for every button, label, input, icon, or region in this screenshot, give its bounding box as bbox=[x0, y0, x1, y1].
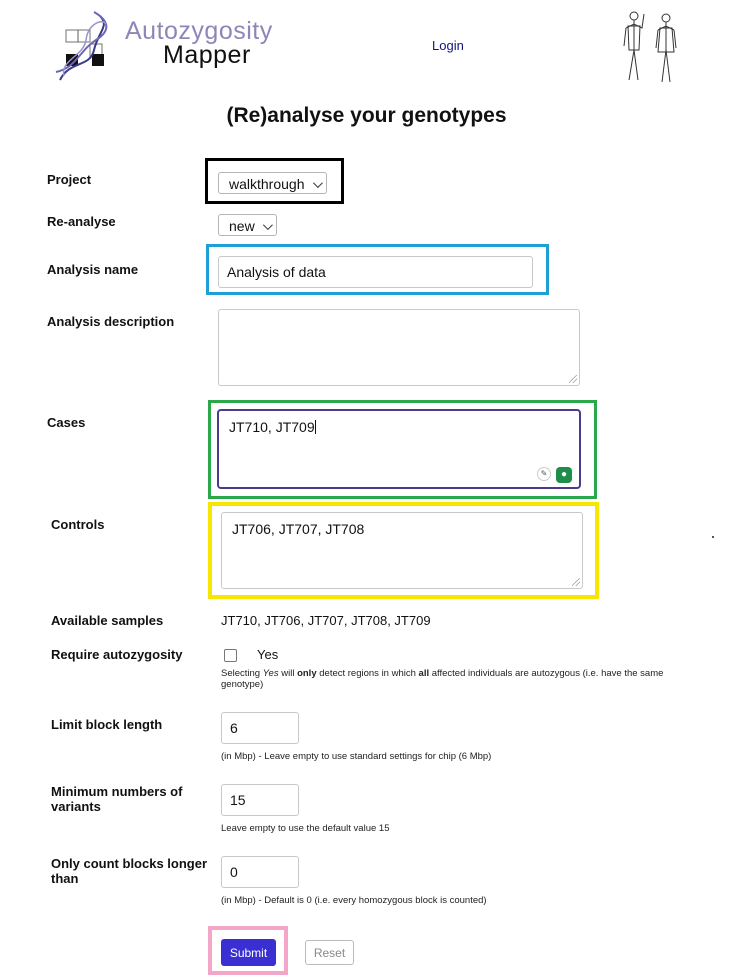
project-select-value: walkthrough bbox=[229, 176, 305, 192]
submit-button[interactable]: Submit bbox=[221, 939, 276, 966]
limit-block-length-hint: (in Mbp) - Leave empty to use standard s… bbox=[221, 751, 492, 762]
require-autozygosity-option-label: Yes bbox=[257, 647, 279, 662]
reset-button[interactable]: Reset bbox=[305, 940, 354, 965]
stray-dot bbox=[712, 536, 714, 538]
login-link[interactable]: Login bbox=[432, 38, 464, 53]
require-autozygosity-checkbox[interactable] bbox=[224, 649, 237, 662]
min-variants-value: 15 bbox=[230, 792, 246, 808]
grammar-assistant-icon[interactable]: ● bbox=[556, 467, 572, 483]
chevron-down-icon bbox=[262, 219, 273, 230]
only-count-label: Only count blocks longer than bbox=[51, 856, 208, 886]
require-autozygosity-hint: Selecting Yes will only detect regions i… bbox=[221, 668, 664, 690]
analysis-name-value: Analysis of data bbox=[227, 264, 326, 280]
cases-textarea[interactable]: JT710, JT709 ✎ ● bbox=[217, 409, 581, 489]
project-label: Project bbox=[47, 172, 92, 187]
chevron-down-icon bbox=[312, 177, 323, 188]
controls-value: JT706, JT707, JT708 bbox=[232, 521, 365, 537]
project-select[interactable]: walkthrough bbox=[218, 172, 327, 194]
available-samples-value: JT710, JT706, JT707, JT708, JT709 bbox=[221, 613, 431, 628]
min-variants-input[interactable]: 15 bbox=[221, 784, 299, 816]
page-title: (Re)analyse your genotypes bbox=[226, 104, 507, 127]
analysis-name-label: Analysis name bbox=[47, 262, 139, 277]
resize-grip-icon[interactable] bbox=[572, 578, 580, 586]
reanalyse-select[interactable]: new bbox=[218, 214, 277, 236]
human-figures-image bbox=[612, 6, 692, 86]
logo-title-line2: Mapper bbox=[163, 41, 251, 69]
controls-label: Controls bbox=[51, 517, 105, 532]
limit-block-length-value: 6 bbox=[230, 720, 238, 736]
reanalyse-label: Re-analyse bbox=[47, 214, 116, 229]
dna-helix-icon bbox=[55, 11, 108, 81]
min-variants-label: Minimum numbers of variants bbox=[51, 784, 183, 814]
text-cursor bbox=[314, 420, 316, 434]
limit-block-length-input[interactable]: 6 bbox=[221, 712, 299, 744]
analysis-description-label: Analysis description bbox=[47, 314, 175, 329]
pen-icon[interactable]: ✎ bbox=[537, 467, 551, 481]
only-count-input[interactable]: 0 bbox=[221, 856, 299, 888]
analysis-description-textarea[interactable] bbox=[218, 309, 580, 386]
controls-textarea[interactable]: JT706, JT707, JT708 bbox=[221, 512, 583, 589]
reanalyse-select-value: new bbox=[229, 218, 255, 234]
limit-block-length-label: Limit block length bbox=[51, 717, 163, 732]
cases-label: Cases bbox=[47, 415, 86, 430]
require-autozygosity-label: Require autozygosity bbox=[51, 647, 183, 662]
cases-value: JT710, JT709 bbox=[229, 419, 315, 435]
analysis-name-input[interactable]: Analysis of data bbox=[218, 256, 533, 288]
only-count-value: 0 bbox=[230, 864, 238, 880]
only-count-hint: (in Mbp) - Default is 0 (i.e. every homo… bbox=[221, 895, 487, 906]
resize-grip-icon[interactable] bbox=[569, 375, 577, 383]
min-variants-hint: Leave empty to use the default value 15 bbox=[221, 823, 390, 834]
available-samples-label: Available samples bbox=[51, 613, 164, 628]
